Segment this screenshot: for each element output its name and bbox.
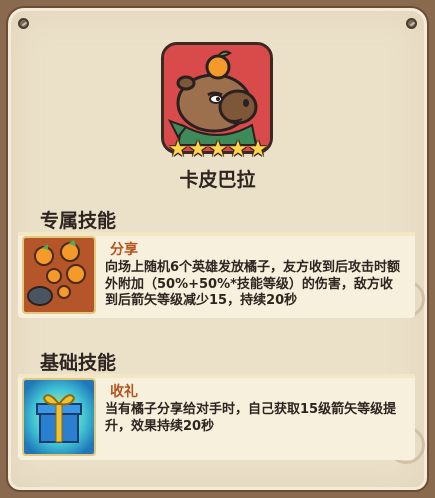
corner-rivet-icon: [18, 18, 29, 29]
star-icon: ★: [208, 137, 228, 162]
section-title-exclusive-skill: 专属技能: [40, 210, 117, 232]
star-icon: ★: [248, 137, 268, 162]
tangerines-icon: [22, 236, 96, 314]
skill-card-basic[interactable]: 收礼 当有橘子分享给对手时，自己获取15级箭矢等级提升，效果持续20秒: [18, 374, 415, 460]
star-icon: ★: [188, 137, 208, 162]
capybara-with-tangerine-icon: [164, 45, 270, 151]
skill-description: 当有橘子分享给对手时，自己获取15级箭矢等级提升，效果持续20秒: [105, 402, 397, 434]
section-title-basic-skill: 基础技能: [40, 352, 117, 374]
skill-description: 向场上随机6个英雄发放橘子，友方收到后攻击时额外附加（50%+50%*技能等级）…: [105, 260, 401, 308]
gift-box-icon: [22, 378, 96, 456]
skill-name: 收礼: [110, 384, 138, 400]
star-icon: ★: [168, 137, 188, 162]
skill-name: 分享: [110, 242, 138, 258]
star-icon: ★: [228, 137, 248, 162]
hero-name: 卡皮巴拉: [179, 169, 256, 191]
corner-rivet-icon: [406, 18, 417, 29]
skill-card-exclusive[interactable]: 分享 向场上随机6个英雄发放橘子，友方收到后攻击时额外附加（50%+50%*技能…: [18, 232, 415, 318]
star-rating: ★ ★ ★ ★ ★: [168, 137, 268, 164]
